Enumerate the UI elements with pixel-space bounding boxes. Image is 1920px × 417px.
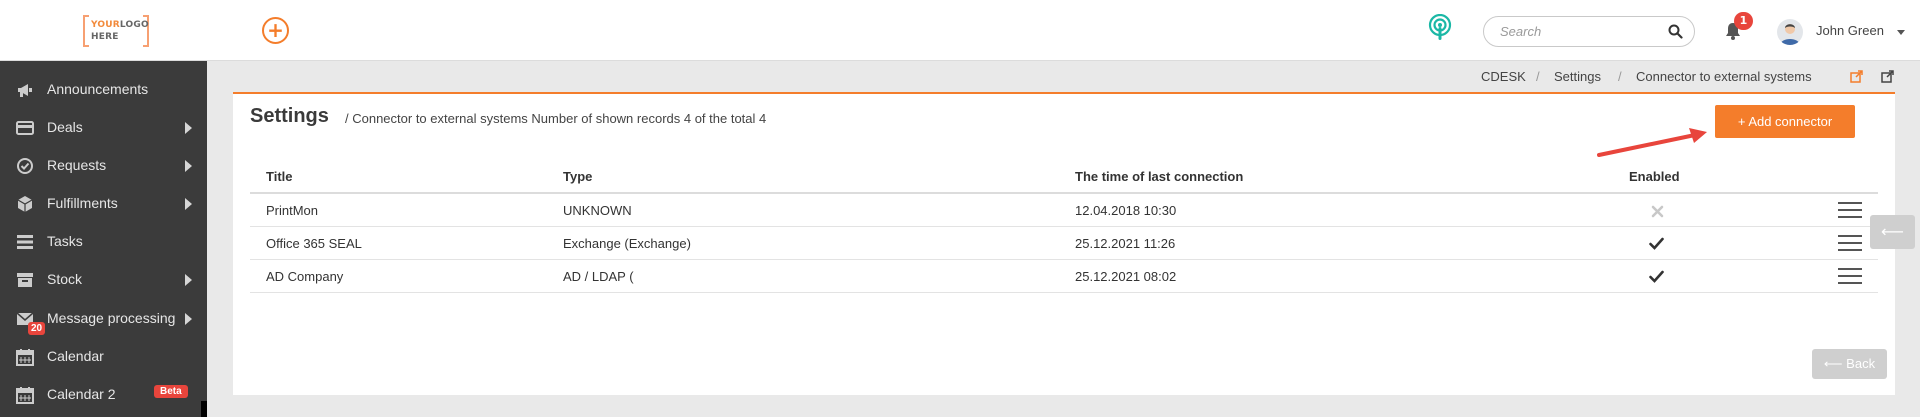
sidebar-item-label: Fulfillments [47,195,118,211]
table-header-divider [250,192,1878,194]
row-menu-icon[interactable] [1838,202,1862,218]
sidebar: Announcements Deals Requests Fulfillment… [0,61,207,417]
logo-text-your: YOUR [91,20,120,30]
breadcrumb-separator: / [1536,69,1540,84]
row-menu-icon[interactable] [1838,268,1862,284]
beta-badge: Beta [154,385,188,398]
breadcrumb: CDESK / Settings / Connector to external… [0,69,1920,87]
archive-icon [17,273,33,287]
column-header-title[interactable]: Title [266,169,293,184]
sidebar-item-requests[interactable]: Requests [0,147,207,185]
breadcrumb-item-settings[interactable]: Settings [1554,69,1601,84]
chevron-right-icon [185,313,192,325]
user-name[interactable]: John Green [1816,23,1884,38]
calendar-icon [16,387,34,404]
sidebar-item-label: Requests [47,157,107,173]
logo-text: YOURLOGO HERE [91,19,149,43]
row-type: AD / LDAP ( [563,269,634,284]
row-menu-icon[interactable] [1838,235,1862,251]
card-icon [16,121,34,135]
column-header-last-connection[interactable]: The time of last connection [1075,169,1243,184]
enabled-check-icon [1649,270,1664,283]
chevron-right-icon [185,122,192,134]
add-connector-button[interactable]: + Add connector [1715,105,1855,138]
search-placeholder: Search [1500,24,1542,39]
top-bar: YOURLOGO HERE + Search 1 John Green [0,0,1920,61]
calendar-icon [16,349,34,366]
check-circle-icon [17,158,33,174]
column-header-enabled[interactable]: Enabled [1629,169,1680,184]
row-last-connection: 12.04.2018 10:30 [1075,203,1177,218]
row-type: UNKNOWN [563,203,632,218]
row-last-connection: 25.12.2021 08:02 [1075,269,1177,284]
sidebar-item-label: Deals [47,119,83,135]
sidebar-item-calendar-2[interactable]: Calendar 2 Beta [0,376,207,414]
column-header-type[interactable]: Type [563,169,592,184]
side-back-button[interactable]: ⟵ [1870,215,1915,249]
open-in-new-tab-icon[interactable] [1850,70,1863,83]
row-type: Exchange (Exchange) [563,236,691,251]
row-divider [250,226,1878,227]
sidebar-item-label: Stock [47,271,83,287]
logo-text-here: HERE [91,32,119,42]
row-title[interactable]: PrintMon [266,203,318,218]
external-link-icon[interactable] [1881,70,1894,83]
sidebar-item-label: Tasks [47,233,83,249]
annotation-arrow-icon [1597,128,1707,157]
row-last-connection: 25.12.2021 11:26 [1075,236,1176,251]
row-title[interactable]: AD Company [266,269,343,284]
sidebar-item-calendar[interactable]: Calendar [0,338,207,376]
sidebar-item-label: Message processing [47,310,176,326]
chevron-down-icon[interactable] [1897,30,1905,35]
page-title: Settings [250,105,329,127]
sidebar-item-label: Calendar [47,348,104,364]
disabled-x-icon [1651,205,1664,218]
breadcrumb-item-current: Connector to external systems [1636,69,1812,84]
breadcrumb-item-cdesk[interactable]: CDESK [1481,69,1526,84]
breadcrumb-separator: / [1618,69,1622,84]
list-icon [17,235,33,249]
user-avatar-icon [1780,24,1800,45]
row-divider [250,259,1878,260]
enabled-check-icon [1649,237,1664,250]
logo-bracket-left [83,15,89,47]
box-icon [17,196,33,212]
sidebar-item-label: Calendar 2 [47,386,116,402]
podcast-icon[interactable] [1427,14,1453,42]
sidebar-item-deals[interactable]: Deals [0,109,207,147]
search-icon[interactable] [1668,24,1683,39]
chevron-right-icon [185,274,192,286]
company-logo[interactable]: YOURLOGO HERE [83,15,149,47]
row-title[interactable]: Office 365 SEAL [266,236,362,251]
page-subtitle: / Connector to external systems Number o… [345,111,767,126]
chevron-right-icon [185,160,192,172]
notification-badge: 1 [1734,12,1753,30]
logo-text-logo: LOGO [119,20,149,30]
sidebar-item-tasks[interactable]: Tasks [0,223,207,261]
row-divider [250,292,1878,293]
sidebar-scrollbar[interactable] [201,401,207,417]
sidebar-item-message-processing[interactable]: 20 Message processing [0,300,207,338]
chevron-right-icon [185,198,192,210]
back-button[interactable]: ⟵ Back [1812,349,1887,379]
message-count-badge: 20 [28,322,46,335]
sidebar-item-fulfillments[interactable]: Fulfillments [0,185,207,223]
search-input[interactable]: Search [1483,16,1695,47]
avatar[interactable] [1777,19,1803,45]
quick-add-icon[interactable]: + [262,17,289,44]
sidebar-item-stock[interactable]: Stock [0,261,207,299]
